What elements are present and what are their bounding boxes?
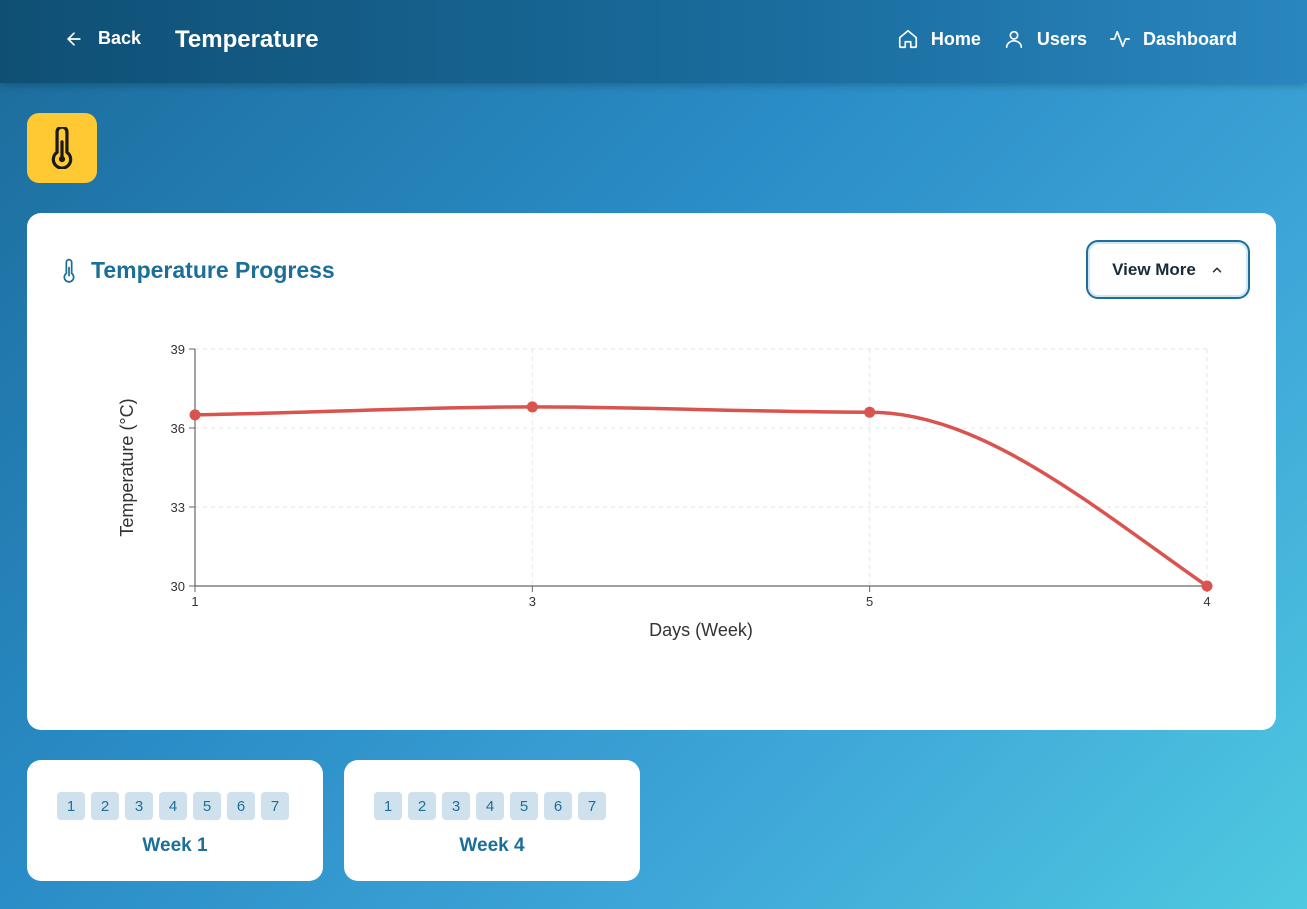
x-tick-label: 1 bbox=[191, 594, 198, 609]
top-bar: Back Temperature Home Users Dashboard bbox=[0, 0, 1307, 83]
day-chip[interactable]: 7 bbox=[578, 792, 606, 820]
data-point bbox=[526, 401, 538, 413]
day-chip[interactable]: 6 bbox=[544, 792, 572, 820]
nav-home[interactable]: Home bbox=[897, 28, 981, 50]
nav-dashboard-label: Dashboard bbox=[1142, 28, 1237, 49]
week-label: Week 1 bbox=[142, 835, 208, 856]
day-chips: 1 2 3 4 5 6 7 bbox=[57, 792, 289, 820]
week-label: Week 4 bbox=[459, 835, 525, 856]
y-tick-label: 33 bbox=[171, 500, 185, 515]
back-label: Back bbox=[98, 28, 142, 48]
day-chip[interactable]: 7 bbox=[261, 792, 289, 820]
day-chip[interactable]: 2 bbox=[408, 792, 436, 820]
x-tick-label: 5 bbox=[866, 594, 873, 609]
thermometer-icon bbox=[51, 127, 73, 169]
x-axis-label: Days (Week) bbox=[649, 620, 753, 640]
week-card-1[interactable]: 1 2 3 4 5 6 7 Week 1 bbox=[27, 760, 323, 881]
nav-users-label: Users bbox=[1036, 28, 1087, 49]
x-tick-label: 4 bbox=[1203, 594, 1210, 609]
data-point bbox=[189, 409, 201, 421]
day-chip[interactable]: 5 bbox=[193, 792, 221, 820]
temperature-line-chart: 30 33 36 39 1 3 5 4 Days (Week) Temperature (°C) bbox=[117, 342, 1213, 640]
day-chip[interactable]: 2 bbox=[91, 792, 119, 820]
day-chip[interactable]: 6 bbox=[227, 792, 255, 820]
day-chip[interactable]: 4 bbox=[476, 792, 504, 820]
back-button[interactable]: Back bbox=[64, 28, 141, 49]
page-title: Temperature bbox=[175, 26, 319, 53]
day-chip[interactable]: 1 bbox=[374, 792, 402, 820]
nav-home-label: Home bbox=[930, 28, 981, 49]
y-tick-label: 30 bbox=[171, 579, 185, 594]
day-chip[interactable]: 5 bbox=[510, 792, 538, 820]
nav-dashboard[interactable]: Dashboard bbox=[1109, 28, 1237, 50]
y-tick-label: 39 bbox=[171, 342, 185, 357]
day-chips: 1 2 3 4 5 6 7 bbox=[374, 792, 606, 820]
arrow-left-icon bbox=[67, 31, 81, 46]
x-tick-label: 3 bbox=[529, 594, 536, 609]
data-point bbox=[1201, 580, 1213, 592]
activity-icon bbox=[1109, 30, 1130, 48]
user-icon bbox=[1005, 30, 1023, 49]
day-chip[interactable]: 3 bbox=[125, 792, 153, 820]
nav-users[interactable]: Users bbox=[1003, 28, 1087, 50]
day-chip[interactable]: 4 bbox=[159, 792, 187, 820]
home-icon bbox=[898, 29, 917, 49]
temperature-series-line bbox=[194, 405, 1208, 588]
day-chip[interactable]: 3 bbox=[442, 792, 470, 820]
y-tick-label: 36 bbox=[171, 421, 185, 436]
temperature-progress-card: Temperature Progress View More 30 33 36 39 1… bbox=[27, 213, 1276, 730]
main-nav: Home Users Dashboard bbox=[897, 28, 1237, 50]
temperature-badge bbox=[27, 113, 97, 183]
week-card-4[interactable]: 1 2 3 4 5 6 7 Week 4 bbox=[344, 760, 640, 881]
data-point bbox=[864, 406, 876, 418]
day-chip[interactable]: 1 bbox=[57, 792, 85, 820]
y-axis-label: Temperature (°C) bbox=[117, 398, 137, 536]
